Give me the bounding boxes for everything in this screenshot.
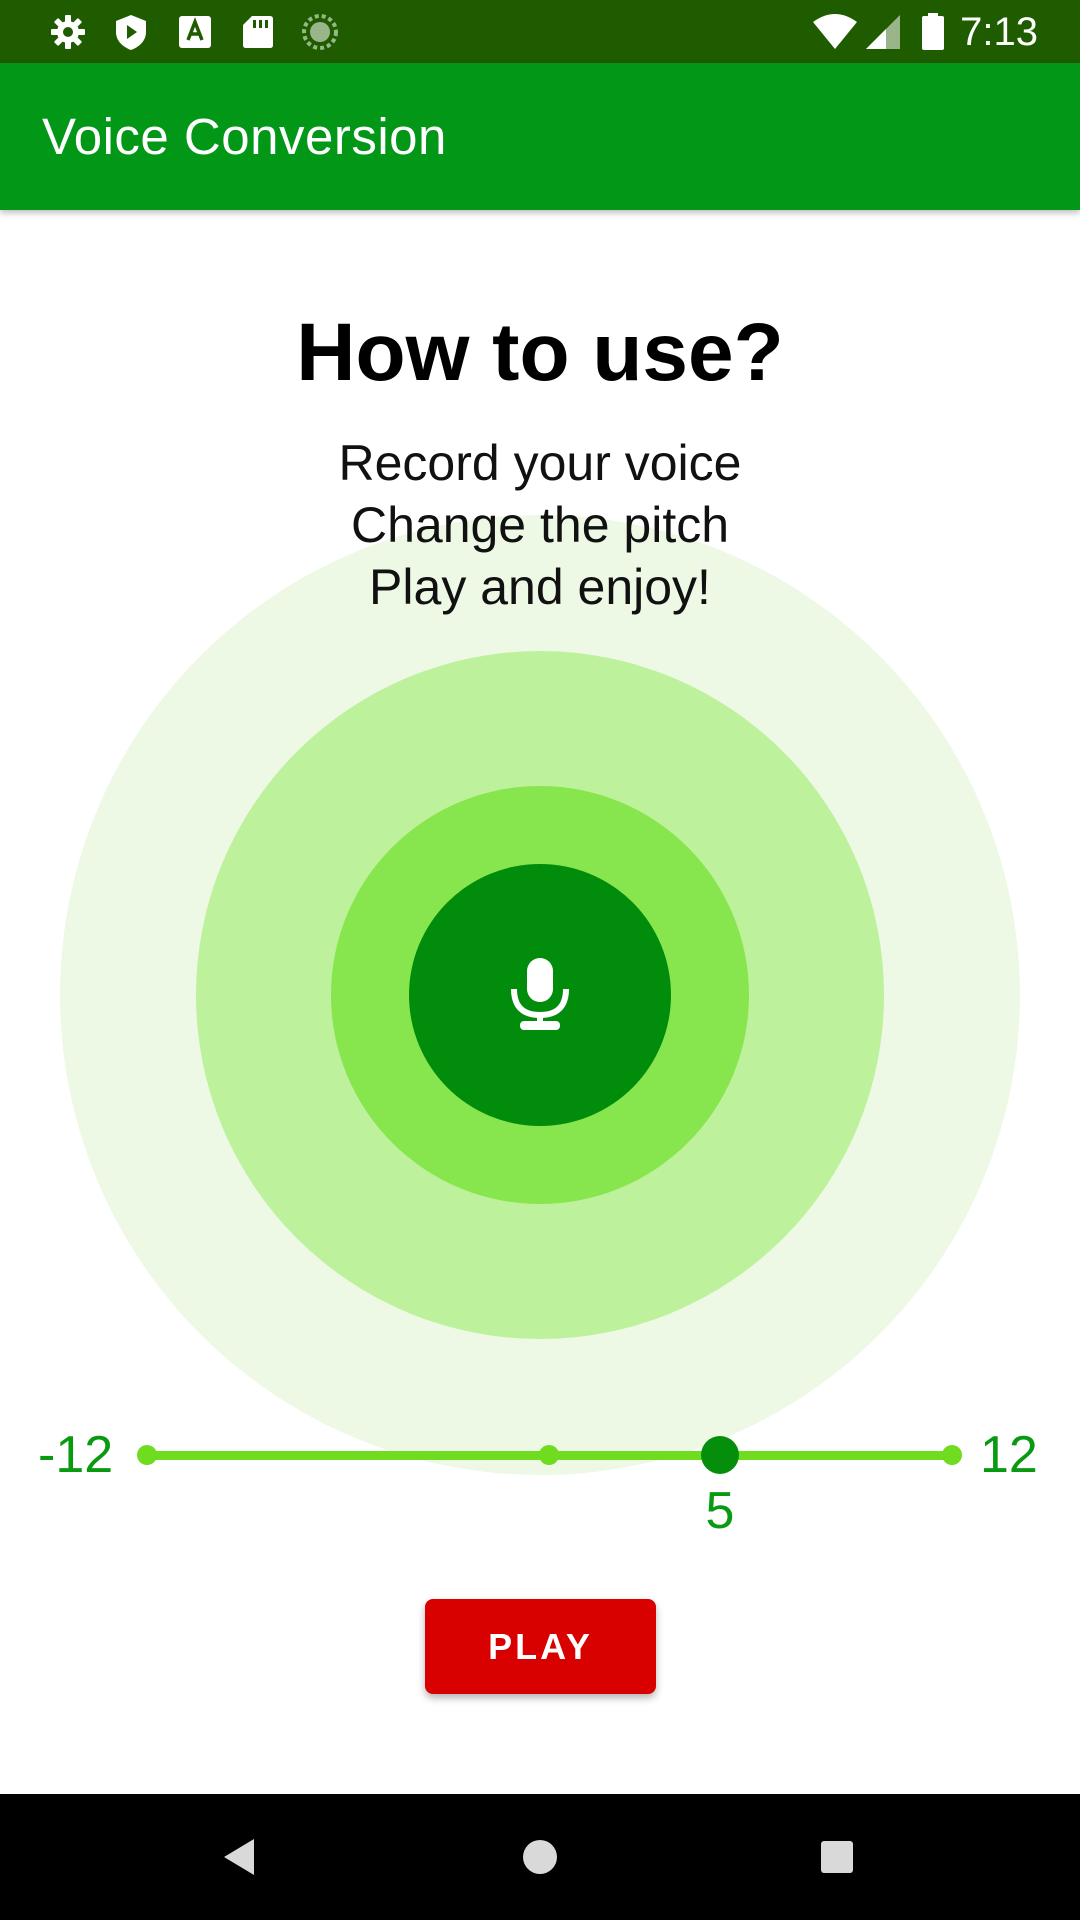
- instruction-line: Record your voice: [338, 435, 742, 491]
- instructions: Record your voice Change the pitch Play …: [0, 432, 1080, 618]
- instruction-line: Play and enjoy!: [369, 559, 711, 615]
- shield-icon: [111, 12, 151, 52]
- wifi-icon: [812, 12, 858, 52]
- app-title: Voice Conversion: [42, 108, 447, 165]
- signal-icon: [864, 12, 904, 52]
- slider-tick: [539, 1445, 559, 1465]
- play-button[interactable]: PLAY: [425, 1599, 656, 1694]
- pitch-slider[interactable]: [137, 1430, 962, 1480]
- settings-icon: [48, 12, 88, 52]
- screen: 7:13 Voice Conversion How to use? Record…: [0, 0, 1080, 1920]
- recents-icon[interactable]: [807, 1827, 867, 1887]
- page-title: How to use?: [296, 307, 784, 398]
- slider-value-label: 5: [705, 1482, 735, 1540]
- text-a-icon: [175, 12, 215, 52]
- instruction-line: Change the pitch: [350, 497, 730, 553]
- status-bar: 7:13: [0, 0, 1080, 63]
- slider-tick: [137, 1445, 157, 1465]
- status-time: 7:13: [960, 10, 1038, 54]
- slider-min-label: -12: [38, 1426, 114, 1484]
- sync-icon: [300, 12, 340, 52]
- home-icon[interactable]: [510, 1827, 570, 1887]
- microphone-icon: [511, 958, 569, 1030]
- app-bar: Voice Conversion: [0, 63, 1080, 210]
- sd-card-icon: [238, 12, 278, 52]
- navigation-bar: [0, 1794, 1080, 1920]
- slider-tick: [942, 1445, 962, 1465]
- slider-thumb[interactable]: [701, 1436, 739, 1474]
- record-button[interactable]: [409, 864, 671, 1126]
- battery-icon: [920, 12, 946, 52]
- back-icon[interactable]: [210, 1827, 270, 1887]
- slider-max-label: 12: [980, 1426, 1038, 1484]
